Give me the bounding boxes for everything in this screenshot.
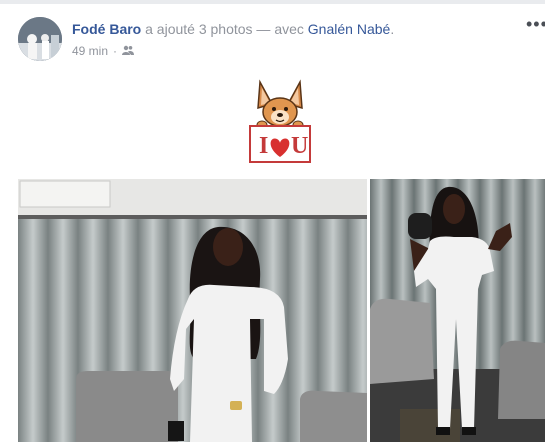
post-timestamp-link[interactable]: 49 min (72, 44, 108, 58)
photo-1[interactable] (18, 179, 367, 442)
friends-icon[interactable] (122, 44, 135, 58)
author-name-link[interactable]: Fodé Baro (72, 21, 141, 37)
meta-separator: · (113, 44, 118, 58)
sticker-letter-i: I (259, 133, 268, 159)
tagged-person-link[interactable]: Gnalén Nabé (308, 21, 391, 37)
post-meta: 49 min · (72, 44, 135, 58)
more-options-icon[interactable]: ••• (526, 14, 545, 35)
photo-2[interactable] (370, 179, 545, 442)
dog-love-sticker: I U (244, 78, 316, 166)
feed-divider (0, 0, 545, 4)
author-avatar[interactable] (18, 17, 62, 61)
sticker-letter-u: U (291, 133, 308, 159)
post-header: Fodé Baro a ajouté 3 photos — avec Gnalé… (72, 21, 394, 37)
header-period: . (390, 21, 395, 37)
post-action-text: a ajouté 3 photos — avec (145, 21, 304, 37)
